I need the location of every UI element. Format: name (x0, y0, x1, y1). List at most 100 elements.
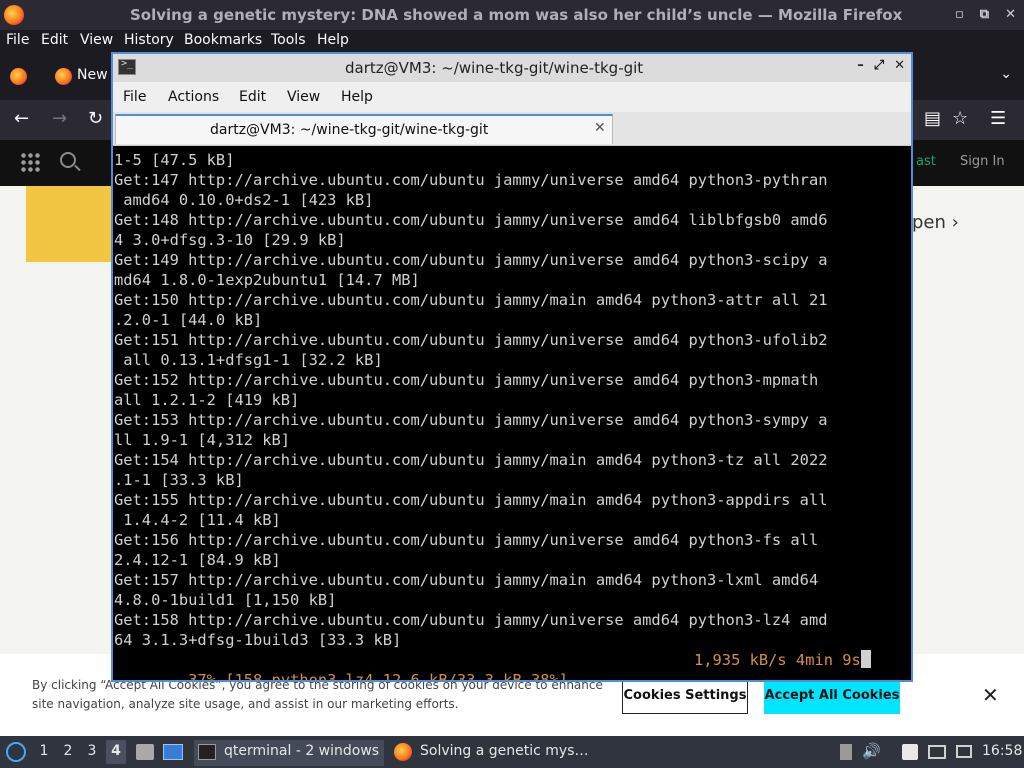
terminal-line: Get:154 http://archive.ubuntu.com/ubuntu… (114, 451, 828, 469)
terminal-tab[interactable]: dartz@VM3: ~/wine-tkg-git/wine-tkg-git ✕ (115, 114, 613, 144)
terminal-line: amd64 0.10.0+ds2-1 [423 kB] (114, 191, 374, 209)
progress-status-left: 37% [158 python3-lz4 12.6 kB/33.3 kB 38%… (188, 671, 569, 680)
terminal-tabbar: dartz@VM3: ~/wine-tkg-git/wine-tkg-git ✕ (113, 112, 911, 146)
firefox-window-buttons: ▫ ⧉ ✕ (955, 7, 1016, 22)
firefox-menubar: File Edit View History Bookmarks Tools H… (0, 30, 1024, 52)
download-speed-eta: 1,935 kB/s 4min 9s (694, 651, 861, 669)
close-icon[interactable]: ✕ (894, 58, 905, 73)
terminal-line: Get:147 http://archive.ubuntu.com/ubuntu… (114, 171, 828, 189)
firefox-menu-history[interactable]: History (124, 32, 174, 48)
taskbar: 1 2 3 4 qterminal - 2 windows Solving a … (0, 736, 1024, 768)
terminal-line: Get:155 http://archive.ubuntu.com/ubuntu… (114, 491, 828, 509)
close-icon[interactable]: ✕ (1005, 7, 1016, 22)
tab-new[interactable]: New (77, 67, 108, 83)
terminal-line: 4 3.0+dfsg.3-10 [29.9 kB] (114, 231, 346, 249)
apps-grid-icon[interactable] (20, 152, 42, 174)
minimize-icon[interactable]: ▫ (955, 7, 964, 22)
terminal-menu-file[interactable]: File (123, 89, 146, 105)
terminal-tab-label: dartz@VM3: ~/wine-tkg-git/wine-tkg-git (210, 122, 489, 138)
terminal-line: all 1.2.1-2 [419 kB] (114, 391, 300, 409)
firefox-titlebar[interactable]: Solving a genetic mystery: DNA showed a … (0, 0, 1024, 30)
firefox-menu-help[interactable]: Help (317, 32, 349, 48)
minimize-icon[interactable]: – (857, 58, 864, 73)
workspace-2[interactable]: 2 (58, 743, 78, 759)
task-qterminal-label: qterminal - 2 windows (224, 743, 380, 759)
terminal-line: 4.8.0-1build1 [1,150 kB] (114, 591, 337, 609)
network-tray-icon[interactable] (928, 745, 946, 759)
display-tray-icon[interactable] (956, 745, 972, 758)
terminal-menu-actions[interactable]: Actions (168, 89, 219, 105)
terminal-line: Get:148 http://archive.ubuntu.com/ubuntu… (114, 211, 828, 229)
terminal-window-title: dartz@VM3: ~/wine-tkg-git/wine-tkg-git (345, 59, 644, 77)
notes-tray-icon[interactable] (902, 744, 918, 760)
terminal-line: Get:152 http://archive.ubuntu.com/ubuntu… (114, 371, 819, 389)
bookmark-star-icon[interactable]: ☆ (952, 108, 968, 129)
terminal-window-buttons: – ⤢ ✕ (857, 58, 905, 73)
maximize-icon[interactable]: ⤢ (874, 58, 884, 73)
terminal-window: dartz@VM3: ~/wine-tkg-git/wine-tkg-git –… (111, 52, 913, 682)
terminal-menu-view[interactable]: View (287, 89, 320, 105)
forward-arrow-icon[interactable]: → (52, 108, 67, 129)
cookie-close-icon[interactable]: ✕ (982, 683, 999, 707)
restore-icon[interactable]: ⧉ (980, 7, 989, 22)
clipboard-tray-icon[interactable] (840, 744, 852, 760)
firefox-window-title: Solving a genetic mystery: DNA showed a … (130, 6, 903, 24)
header-link-podcast[interactable]: ast (916, 154, 936, 169)
terminal-line: Get:149 http://archive.ubuntu.com/ubuntu… (114, 251, 828, 269)
firefox-menu-edit[interactable]: Edit (41, 32, 68, 48)
back-arrow-icon[interactable]: ← (14, 108, 29, 129)
terminal-output[interactable]: 1-5 [47.5 kB] Get:147 http://archive.ubu… (114, 148, 910, 680)
firefox-menu-tools[interactable]: Tools (271, 32, 306, 48)
reader-view-icon[interactable]: ▤ (924, 108, 941, 129)
terminal-line: 1-5 [47.5 kB] (114, 151, 235, 169)
text-cursor (860, 650, 871, 668)
reload-icon[interactable]: ↻ (88, 108, 103, 129)
terminal-app-icon (118, 58, 136, 75)
firefox-menu-view[interactable]: View (80, 32, 113, 48)
tab-close-icon[interactable]: ✕ (594, 120, 606, 136)
apt-progress-status: 37% [158 python3-lz4 12.6 kB/33.3 kB 38%… (114, 650, 910, 680)
terminal-line: 64 3.1.3+dfsg-1build3 [33.3 kB] (114, 631, 402, 649)
open-link[interactable]: pen › (912, 212, 959, 233)
sign-in-link[interactable]: Sign In (960, 154, 1005, 169)
terminal-line: 2.4.12-1 [84.9 kB] (114, 551, 281, 569)
firefox-menu-bookmarks[interactable]: Bookmarks (184, 32, 262, 48)
start-menu-icon[interactable] (6, 742, 26, 762)
search-icon[interactable] (60, 152, 76, 168)
terminal-line: all 0.13.1+dfsg1-1 [32.2 kB] (114, 351, 383, 369)
workspace-3[interactable]: 3 (82, 743, 102, 759)
terminal-line: .1-1 [33.3 kB] (114, 471, 244, 489)
terminal-line: Get:150 http://archive.ubuntu.com/ubuntu… (114, 291, 828, 309)
firefox-view-icon[interactable] (10, 68, 27, 85)
terminal-menu-help[interactable]: Help (341, 89, 373, 105)
task-firefox-label: Solving a genetic mys… (420, 743, 589, 759)
terminal-task-icon (198, 744, 216, 760)
tab-favicon-icon (55, 68, 72, 85)
file-manager-icon[interactable] (136, 744, 154, 760)
show-desktop-icon[interactable] (163, 744, 183, 760)
terminal-line: Get:151 http://archive.ubuntu.com/ubuntu… (114, 331, 828, 349)
firefox-task-icon (394, 743, 412, 761)
firefox-menu-file[interactable]: File (6, 32, 29, 48)
terminal-line: .2.0-1 [44.0 kB] (114, 311, 263, 329)
workspace-4[interactable]: 4 (106, 740, 126, 764)
hamburger-menu-icon[interactable]: ☰ (990, 108, 1006, 129)
volume-icon[interactable]: 🔊 (862, 742, 881, 760)
terminal-line: Get:158 http://archive.ubuntu.com/ubuntu… (114, 611, 828, 629)
terminal-line: ll 1.9-1 [4,312 kB] (114, 431, 291, 449)
task-qterminal[interactable]: qterminal - 2 windows (194, 740, 384, 766)
clock: 16:58 (982, 743, 1023, 759)
progress-status-right: 1,935 kB/s 4min 9s (694, 650, 871, 670)
list-tabs-chevron-icon[interactable]: ⌄ (1000, 66, 1012, 82)
task-firefox[interactable]: Solving a genetic mys… (394, 740, 594, 766)
terminal-line: 1.4.4-2 [11.4 kB] (114, 511, 281, 529)
terminal-titlebar[interactable]: dartz@VM3: ~/wine-tkg-git/wine-tkg-git –… (113, 54, 911, 82)
terminal-menubar: File Actions Edit View Help (113, 82, 911, 112)
terminal-line: md64 1.8.0-1exp2ubuntu1 [14.7 MB] (114, 271, 420, 289)
workspace-1[interactable]: 1 (34, 743, 54, 759)
firefox-logo-icon (4, 5, 24, 25)
terminal-line: Get:157 http://archive.ubuntu.com/ubuntu… (114, 571, 819, 589)
desktop: Solving a genetic mystery: DNA showed a … (0, 0, 1024, 768)
terminal-menu-edit[interactable]: Edit (239, 89, 266, 105)
terminal-line: Get:156 http://archive.ubuntu.com/ubuntu… (114, 531, 819, 549)
